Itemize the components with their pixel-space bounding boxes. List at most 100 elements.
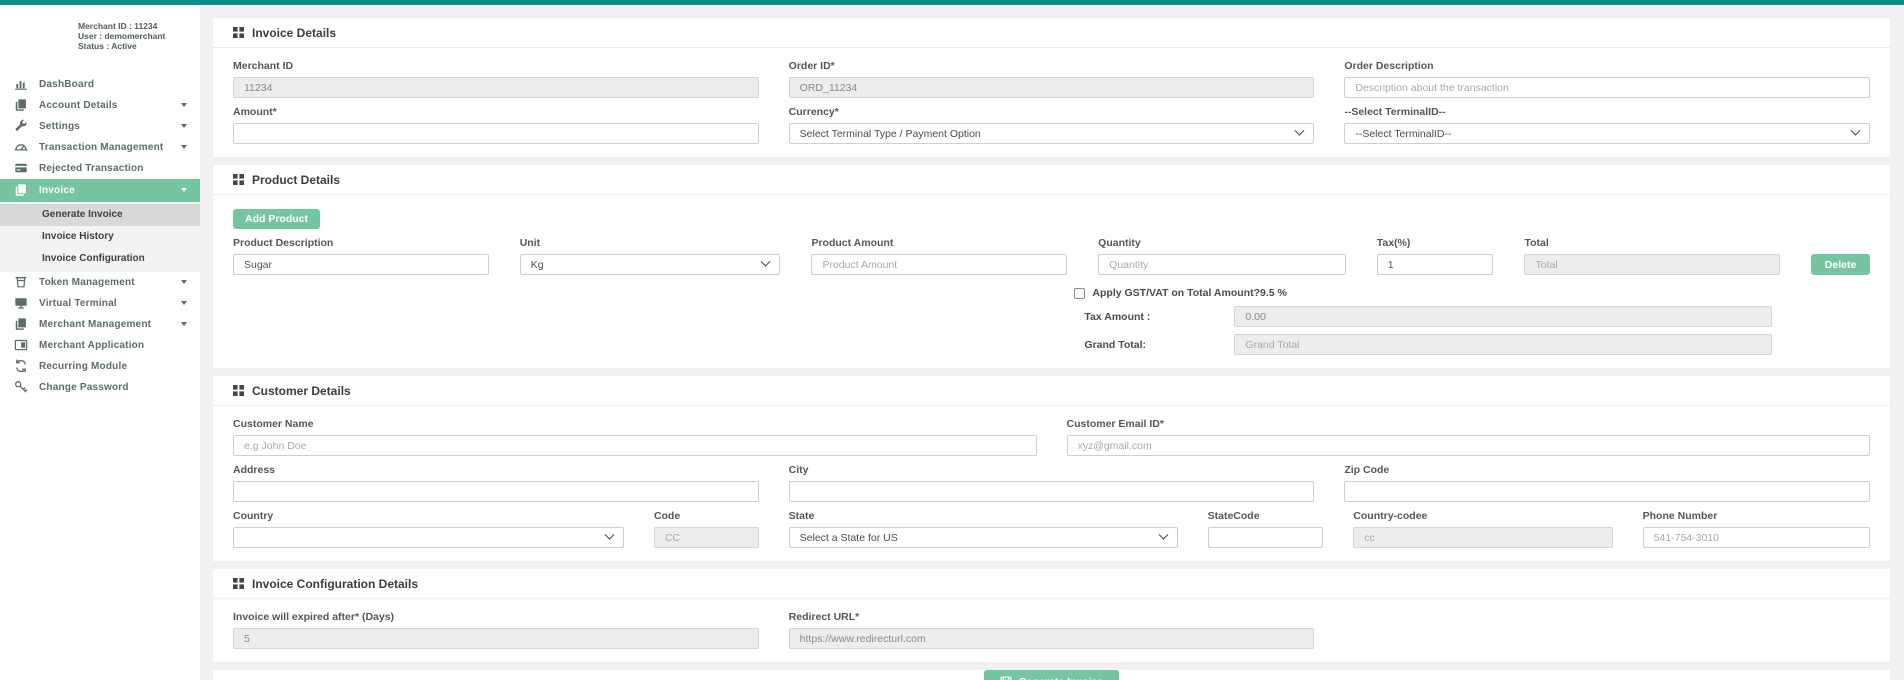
refresh-icon [13, 359, 28, 374]
sidebar-item-invoice-configuration[interactable]: Invoice Configuration [0, 248, 200, 270]
bar-chart-icon [13, 77, 28, 92]
grand-total-label: Grand Total: [1074, 339, 1224, 351]
sidebar-item-invoice[interactable]: Invoice [0, 179, 200, 202]
tax-percent-input[interactable] [1377, 254, 1494, 275]
amount-label: Amount* [233, 106, 759, 118]
sidebar-item-token-management[interactable]: Token Management [0, 272, 200, 293]
sidebar-item-recurring-module[interactable]: Recurring Module [0, 356, 200, 377]
amount-input[interactable] [233, 123, 759, 144]
currency-label: Currency* [789, 106, 1315, 118]
address-label: Address [233, 464, 759, 476]
sidebar-item-account-details[interactable]: Account Details [0, 95, 200, 116]
invoice-details-header: Invoice Details [213, 18, 1890, 48]
sidebar-item-virtual-terminal[interactable]: Virtual Terminal [0, 293, 200, 314]
merchant-user-text: User : demomerchant [78, 31, 192, 41]
unit-select[interactable]: Kg [520, 254, 781, 275]
code-input [654, 527, 759, 548]
chevron-down-icon [1158, 530, 1168, 540]
country-codee-input [1353, 527, 1612, 548]
product-row: Product Description Unit Kg Product Amou… [233, 229, 1870, 275]
country-select[interactable] [233, 527, 624, 548]
currency-select[interactable]: Select Terminal Type / Payment Option [789, 123, 1315, 144]
state-select[interactable]: Select a State for US [789, 527, 1178, 548]
sidebar-item-dashboard[interactable]: DashBoard [0, 74, 200, 95]
state-code-input[interactable] [1208, 527, 1324, 548]
sidebar-item-rejected-transaction[interactable]: Rejected Transaction [0, 158, 200, 179]
total-label: Total [1524, 237, 1780, 249]
section-title: Invoice Configuration Details [252, 577, 418, 591]
state-select-value: Select a State for US [800, 532, 898, 544]
gst-block: Apply GST/VAT on Total Amount?9.5 % Tax … [1074, 287, 1870, 355]
order-id-label: Order ID* [789, 60, 1315, 72]
city-input[interactable] [789, 481, 1315, 502]
order-description-input[interactable] [1344, 77, 1870, 98]
merchant-id-input [233, 77, 759, 98]
sidebar-item-label: Virtual Terminal [39, 298, 117, 309]
redirect-url-input [789, 628, 1315, 649]
chevron-down-icon [181, 188, 187, 192]
sidebar-item-label: Rejected Transaction [39, 163, 144, 174]
tax-amount-label: Tax Amount : [1074, 311, 1224, 323]
unit-label: Unit [520, 237, 781, 249]
grid-icon [233, 385, 244, 396]
sidebar-item-label: Recurring Module [39, 361, 127, 372]
chevron-down-icon [181, 145, 187, 149]
quantity-label: Quantity [1098, 237, 1346, 249]
customer-email-label: Customer Email ID* [1067, 418, 1871, 430]
sidebar-item-generate-invoice[interactable]: Generate Invoice [0, 204, 200, 226]
sidebar-item-settings[interactable]: Settings [0, 116, 200, 137]
sidebar-item-label: Transaction Management [39, 142, 163, 153]
state-label: State [789, 510, 1178, 522]
product-amount-label: Product Amount [811, 237, 1067, 249]
delete-product-button[interactable]: Delete [1811, 254, 1870, 275]
city-label: City [789, 464, 1315, 476]
product-amount-input[interactable] [811, 254, 1067, 275]
sidebar-item-invoice-history[interactable]: Invoice History [0, 226, 200, 248]
sidebar-item-merchant-management[interactable]: Merchant Management [0, 314, 200, 335]
image-icon [13, 338, 28, 353]
phone-number-input[interactable] [1643, 527, 1870, 548]
sidebar-item-change-password[interactable]: Change Password [0, 377, 200, 398]
product-description-label: Product Description [233, 237, 489, 249]
customer-name-input[interactable] [233, 435, 1037, 456]
chevron-down-icon [761, 257, 771, 267]
redirect-url-label: Redirect URL* [789, 611, 1315, 623]
terminal-id-select[interactable]: --Select TerminalID-- [1344, 123, 1870, 144]
sidebar-item-label: Token Management [39, 277, 135, 288]
zip-code-input[interactable] [1344, 481, 1870, 502]
gst-checkbox-label: Apply GST/VAT on Total Amount?9.5 % [1092, 287, 1286, 299]
terminal-id-label: --Select TerminalID-- [1344, 106, 1870, 118]
sidebar-item-merchant-application[interactable]: Merchant Application [0, 335, 200, 356]
key-icon [13, 380, 28, 395]
country-label: Country [233, 510, 624, 522]
address-input[interactable] [233, 481, 759, 502]
section-title: Product Details [252, 173, 340, 187]
copy-icon [13, 98, 28, 113]
quantity-input[interactable] [1098, 254, 1346, 275]
invoice-configuration-section: Invoice Configuration Details Invoice wi… [213, 569, 1890, 662]
generate-invoice-button[interactable]: Generate Invoice [984, 670, 1120, 680]
chevron-down-icon [181, 301, 187, 305]
invoice-configuration-header: Invoice Configuration Details [213, 569, 1890, 599]
merchant-id-text: Merchant ID : 11234 [78, 21, 192, 31]
add-product-button[interactable]: Add Product [233, 209, 320, 229]
chevron-down-icon [1851, 126, 1861, 136]
sidebar-item-transaction-management[interactable]: Transaction Management [0, 137, 200, 158]
customer-email-input[interactable] [1067, 435, 1871, 456]
chevron-down-icon [181, 322, 187, 326]
code-label: Code [654, 510, 759, 522]
product-description-input[interactable] [233, 254, 489, 275]
customer-details-section: Customer Details Customer Name Customer … [213, 376, 1890, 561]
copy-icon [13, 183, 28, 198]
sidebar-item-label: Change Password [39, 382, 129, 393]
gst-checkbox[interactable] [1074, 288, 1085, 299]
grid-icon [233, 27, 244, 38]
tax-amount-input [1234, 306, 1772, 327]
chevron-down-icon [181, 103, 187, 107]
sidebar-item-label: Merchant Application [39, 340, 144, 351]
sidebar-item-label: Settings [39, 121, 80, 132]
wrench-icon [13, 119, 28, 134]
currency-select-value: Select Terminal Type / Payment Option [800, 128, 981, 140]
chevron-down-icon [604, 530, 614, 540]
generate-invoice-label: Generate Invoice [1019, 676, 1104, 680]
